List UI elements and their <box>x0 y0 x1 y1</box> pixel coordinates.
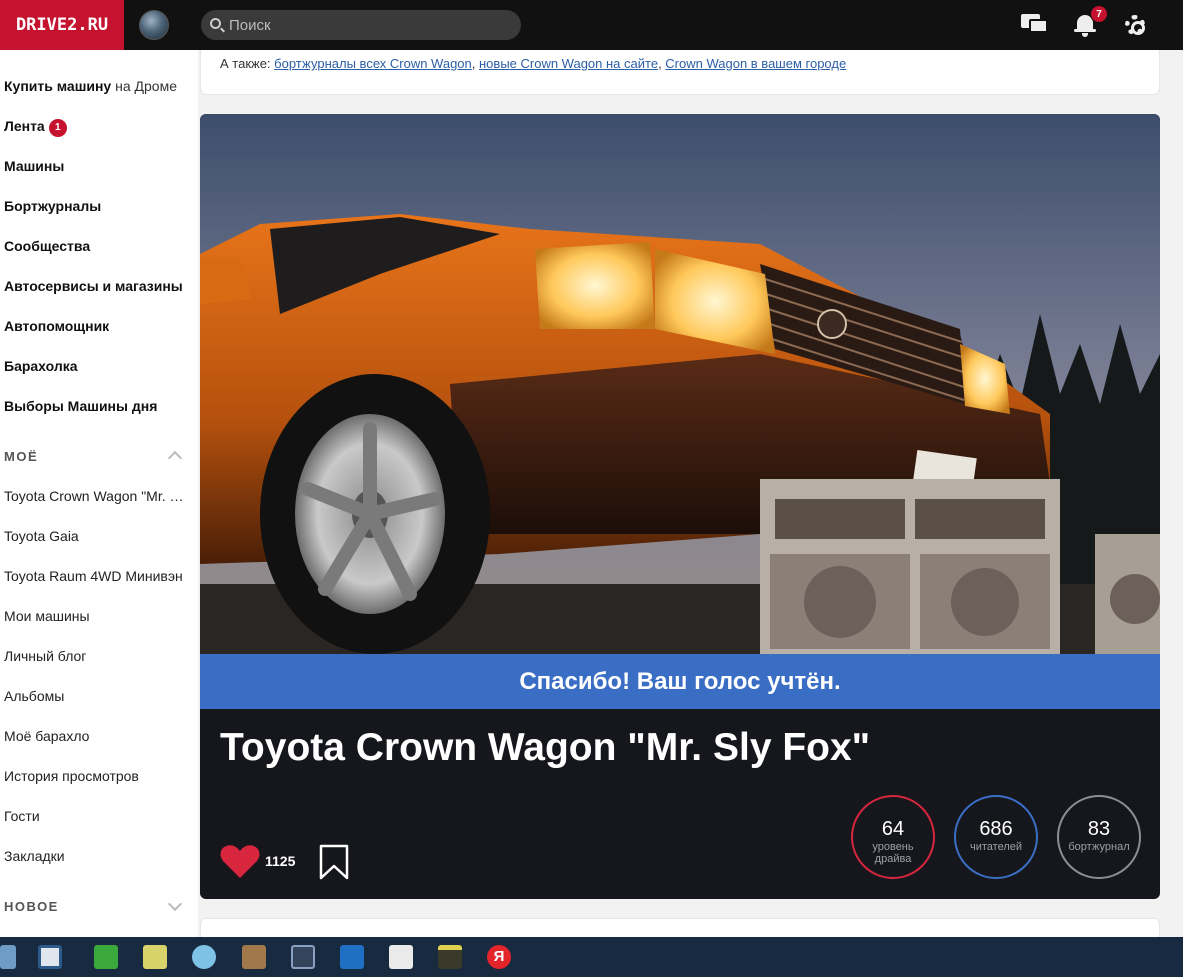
green-app-icon[interactable] <box>94 945 118 969</box>
site-logo[interactable]: DRIVE2.RU <box>0 0 124 50</box>
outlook-icon[interactable] <box>340 945 364 969</box>
my-item-history[interactable]: История просмотров <box>4 768 190 784</box>
my-item-raum[interactable]: Toyota Raum 4WD Минивэн <box>4 568 190 584</box>
top-navigation-bar: DRIVE2.RU 7 <box>0 0 1183 50</box>
calculator-icon[interactable] <box>0 945 16 969</box>
search-icon <box>210 18 221 29</box>
my-item-blog[interactable]: Личный блог <box>4 648 190 664</box>
sidebar-item-cars[interactable]: Машины <box>4 158 64 174</box>
sidebar-item-communities[interactable]: Сообщества <box>4 238 90 254</box>
vote-thanks-banner: Спасибо! Ваш голос учтён. <box>200 654 1160 709</box>
link-in-your-city[interactable]: Crown Wagon в вашем городе <box>665 56 846 71</box>
drive-level-stat: 64 уровень драйва <box>851 795 935 879</box>
sidebar-item-feed[interactable]: Лента 1 <box>4 118 67 137</box>
sidebar-item-buy-car[interactable]: Купить машину на Дроме <box>4 78 177 94</box>
gear-icon[interactable] <box>1121 12 1149 38</box>
also-links-card: А также: бортжурналы всех Crown Wagon, н… <box>200 50 1160 95</box>
my-item-stuff[interactable]: Моё барахло <box>4 728 190 744</box>
sidebar-item-assistant[interactable]: Автопомощник <box>4 318 109 334</box>
sidebar-item-services[interactable]: Автосервисы и магазины <box>4 278 183 294</box>
link-all-logbooks[interactable]: бортжурналы всех Crown Wagon <box>274 56 472 71</box>
chart-doc-icon[interactable] <box>389 945 413 969</box>
messages-icon[interactable] <box>1021 12 1049 38</box>
chevron-down-icon[interactable] <box>167 896 183 912</box>
link-new-cars[interactable]: новые Crown Wagon на сайте <box>479 56 658 71</box>
my-section-title[interactable]: МОЁ <box>4 449 38 464</box>
my-item-bookmarks[interactable]: Закладки <box>4 848 190 864</box>
globe-icon[interactable] <box>139 10 169 40</box>
new-section-title[interactable]: НОВОЕ <box>4 899 59 914</box>
my-item-crown-wagon[interactable]: Toyota Crown Wagon "Mr. Sly Fox" <box>4 488 190 504</box>
yandex-icon[interactable]: Я <box>487 945 511 969</box>
my-item-my-cars[interactable]: Мои машины <box>4 608 190 624</box>
my-item-guests[interactable]: Гости <box>4 808 190 824</box>
network-app-icon[interactable] <box>38 945 62 969</box>
ifix-prog-icon[interactable] <box>143 945 167 969</box>
arrow-app-icon[interactable] <box>291 945 315 969</box>
notifications-badge: 7 <box>1090 5 1108 23</box>
also-links: А также: бортжурналы всех Crown Wagon, н… <box>220 56 847 71</box>
chevron-up-icon[interactable] <box>167 450 183 466</box>
car-hero-photo[interactable] <box>200 114 1160 654</box>
car-title: Toyota Crown Wagon "Mr. Sly Fox" <box>220 726 871 769</box>
clapperboard-icon[interactable] <box>438 945 462 969</box>
bookmark-icon[interactable] <box>318 844 350 880</box>
heart-icon[interactable] <box>220 844 260 880</box>
likes-count: 1125 <box>265 853 296 869</box>
logbook-stat[interactable]: 83 бортжурнал <box>1057 795 1141 879</box>
my-item-gaia[interactable]: Toyota Gaia <box>4 528 190 544</box>
chip-icon[interactable] <box>242 945 266 969</box>
sidebar-item-logbooks[interactable]: Бортжурналы <box>4 198 101 214</box>
car-card: Спасибо! Ваш голос учтён. Toyota Crown W… <box>200 114 1160 899</box>
sidebar-item-car-of-day[interactable]: Выборы Машины дня <box>4 398 157 414</box>
readers-stat[interactable]: 686 читателей <box>954 795 1038 879</box>
search-box[interactable] <box>201 10 521 40</box>
drone-app-icon[interactable] <box>192 945 216 969</box>
windows-taskbar: Я <box>0 937 1183 977</box>
sidebar-item-marketplace[interactable]: Барахолка <box>4 358 78 374</box>
my-item-albums[interactable]: Альбомы <box>4 688 190 704</box>
sidebar: Купить машину на Дроме Лента 1 Машины Бор… <box>0 50 198 937</box>
search-input[interactable] <box>229 10 509 40</box>
feed-badge: 1 <box>48 119 67 137</box>
